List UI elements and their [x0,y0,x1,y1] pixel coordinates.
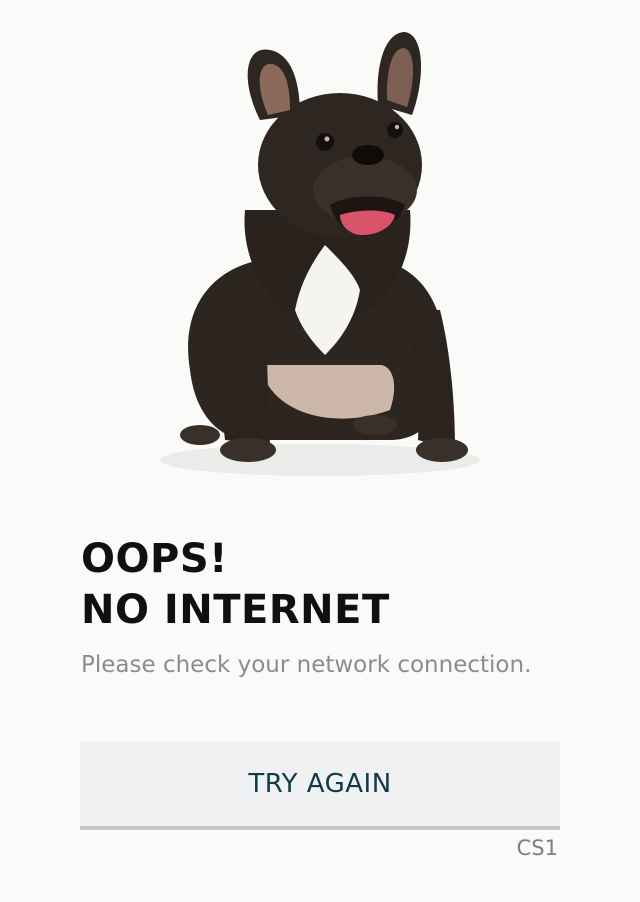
french-bulldog-illustration [160,32,480,476]
error-title-line2: NO INTERNET [81,587,390,633]
error-page: OOPS! NO INTERNET Please check your netw… [0,0,640,902]
error-subtitle: Please check your network connection. [81,652,532,678]
error-title-line1: OOPS! [81,536,228,582]
error-code: CS1 [516,836,558,860]
dog-image [150,20,490,490]
try-again-button[interactable]: TRY AGAIN [80,742,560,830]
error-title: OOPS! NO INTERNET [81,534,390,636]
